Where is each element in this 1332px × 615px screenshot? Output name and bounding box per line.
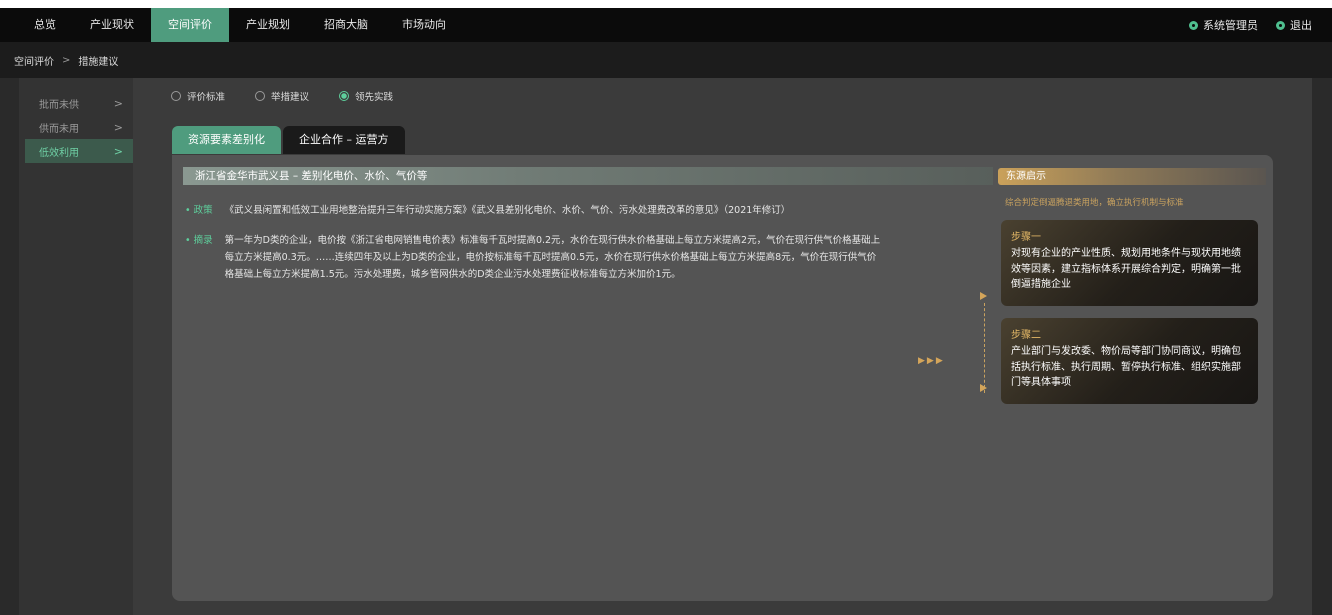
pointer-triangle-icon <box>980 384 987 392</box>
app-window: 总览 产业现状 空间评价 产业规划 招商大脑 市场动向 系统管理员 退出 空间评… <box>0 8 1332 615</box>
step-card-2: 步骤二 产业部门与发改委、物价局等部门协同商议，明确包括执行标准、执行周期、暂停… <box>1001 318 1258 404</box>
step-text: 产业部门与发改委、物价局等部门协同商议，明确包括执行标准、执行周期、暂停执行标准… <box>1011 346 1241 388</box>
case-title: 浙江省金华市武义县 – 差别化电价、水价、气价等 <box>183 167 993 185</box>
view-radio-group: 评价标准 举措建议 领先实践 <box>171 89 423 103</box>
chevron-right-icon: > <box>113 120 123 134</box>
step-title: 步骤一 <box>1011 232 1041 243</box>
nav-item-investment-brain[interactable]: 招商大脑 <box>307 8 385 42</box>
radio-measure-suggestions[interactable]: 举措建议 <box>255 89 309 103</box>
step-card-1: 步骤一 对现有企业的产业性质、规划用地条件与现状用地绩效等因素，建立指标体系开展… <box>1001 220 1258 306</box>
summary-row: • 摘录 第一年为D类的企业，电价按《浙江省电网销售电价表》标准每千瓦时提高0.… <box>185 232 885 283</box>
radio-leading-practice[interactable]: 领先实践 <box>339 89 393 103</box>
nav-item-market-trends[interactable]: 市场动向 <box>385 8 463 42</box>
top-right-actions: 系统管理员 退出 <box>1171 8 1312 42</box>
summary-text: 第一年为D类的企业，电价按《浙江省电网销售电价表》标准每千瓦时提高0.2元，水价… <box>224 235 881 280</box>
top-nav-bar: 总览 产业现状 空间评价 产业规划 招商大脑 市场动向 系统管理员 退出 <box>0 8 1332 42</box>
nav-item-overview[interactable]: 总览 <box>0 8 73 42</box>
radio-evaluation-standard[interactable]: 评价标准 <box>171 89 225 103</box>
main-panel: 批而未供 > 供而未用 > 低效利用 > 评价标准 举措建议 领先实践 资源要素… <box>19 78 1312 615</box>
sidebar-item-approved-not-supplied[interactable]: 批而未供 > <box>25 91 133 115</box>
chevron-right-icon: > <box>113 96 123 110</box>
policy-text: 《武义县闲置和低效工业用地整治提升三年行动实施方案》《武义县差别化电价、水价、气… <box>224 205 791 216</box>
user-name: 系统管理员 <box>1203 19 1258 32</box>
tab-bar: 资源要素差别化 企业合作 – 运营方 <box>172 126 407 154</box>
chevron-right-icon: > <box>113 144 123 158</box>
step-connector-line <box>984 303 985 393</box>
insight-subtitle: 综合判定倒逼腾退类用地，确立执行机制与标准 <box>1005 198 1184 208</box>
breadcrumb-current: 措施建议 <box>78 56 119 68</box>
nav-item-industry-status[interactable]: 产业现状 <box>73 8 151 42</box>
content-card: 浙江省金华市武义县 – 差别化电价、水价、气价等 • 政策 《武义县闲置和低效工… <box>172 155 1273 601</box>
summary-label: • 摘录 <box>185 235 213 246</box>
logout-label: 退出 <box>1290 19 1312 32</box>
user-menu[interactable]: 系统管理员 <box>1189 17 1258 33</box>
sidebar: 批而未供 > 供而未用 > 低效利用 > <box>19 78 133 615</box>
radio-checked-icon <box>339 91 350 101</box>
power-icon <box>1276 20 1285 30</box>
user-icon <box>1189 20 1198 30</box>
sidebar-item-low-efficiency[interactable]: 低效利用 > <box>25 139 133 163</box>
radio-label: 评价标准 <box>187 92 226 103</box>
tab-enterprise-cooperation[interactable]: 企业合作 – 运营方 <box>283 126 405 154</box>
breadcrumb: 空间评价 > 措施建议 <box>0 42 1332 78</box>
policy-label: • 政策 <box>185 205 213 216</box>
triple-arrow-icon: ▶▶▶ <box>918 356 945 366</box>
policy-row: • 政策 《武义县闲置和低效工业用地整治提升三年行动实施方案》《武义县差别化电价… <box>185 202 790 216</box>
tab-resource-differentiation[interactable]: 资源要素差别化 <box>172 126 281 154</box>
sidebar-item-supplied-not-used[interactable]: 供而未用 > <box>25 115 133 139</box>
step-text: 对现有企业的产业性质、规划用地条件与现状用地绩效等因素，建立指标体系开展综合判定… <box>1011 248 1241 290</box>
sidebar-item-label: 低效利用 <box>39 147 79 159</box>
sidebar-item-label: 批而未供 <box>39 99 79 111</box>
logout-button[interactable]: 退出 <box>1276 17 1312 33</box>
breadcrumb-parent[interactable]: 空间评价 <box>14 53 54 68</box>
sidebar-item-label: 供而未用 <box>39 123 79 135</box>
radio-circle-icon <box>171 91 181 101</box>
radio-label: 领先实践 <box>355 92 394 103</box>
insight-title: 东源启示 <box>998 168 1266 185</box>
nav-item-industry-planning[interactable]: 产业规划 <box>229 8 307 42</box>
step-title: 步骤二 <box>1011 330 1041 341</box>
radio-label: 举措建议 <box>271 92 310 103</box>
breadcrumb-separator: > <box>62 54 71 66</box>
radio-circle-icon <box>255 91 266 101</box>
pointer-triangle-icon <box>980 292 987 300</box>
nav-item-space-evaluation[interactable]: 空间评价 <box>151 8 229 42</box>
